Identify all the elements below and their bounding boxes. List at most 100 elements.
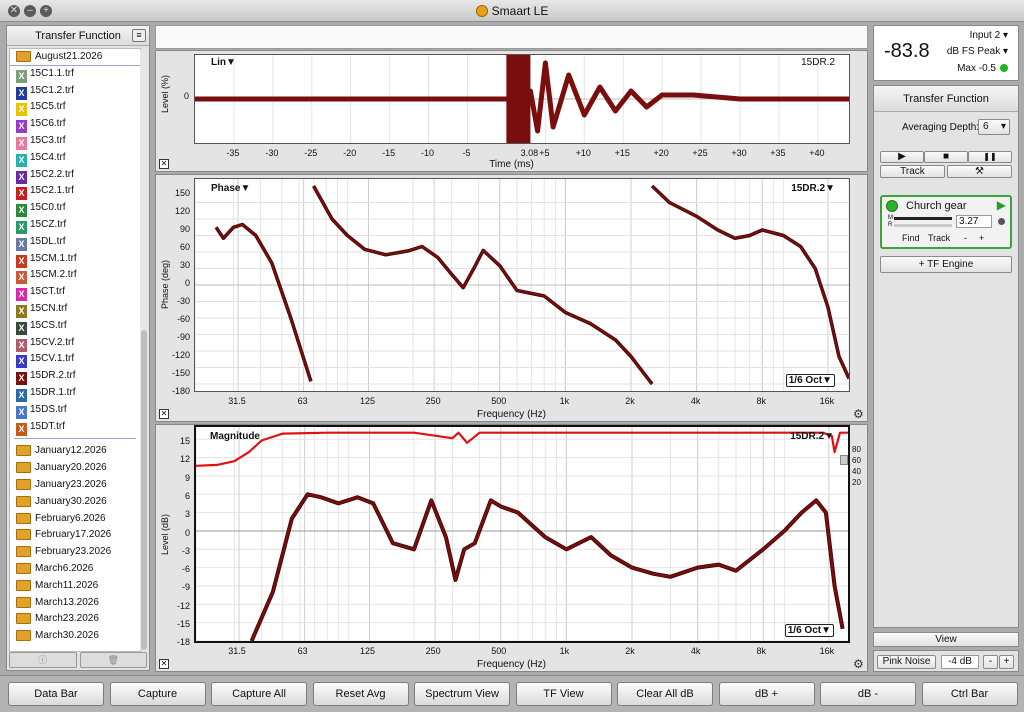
octave-resolution-dropdown[interactable]: 1/6 Oct▼ — [785, 374, 835, 387]
command-button-1[interactable]: Capture — [109, 682, 206, 706]
file-item[interactable]: X 15CV.2.trf — [10, 335, 140, 352]
file-item[interactable]: X 15CT.trf — [10, 284, 140, 302]
command-button-3[interactable]: Reset Avg — [312, 682, 409, 706]
trf-file-icon: X — [16, 271, 27, 285]
phase-graph[interactable]: Phase▼ 15DR.2▼ 1/6 Oct▼ 150 120 90 60 30 0 -30… — [155, 174, 868, 422]
file-item[interactable]: X 15C2.1.trf — [10, 183, 140, 201]
x-tick: -30 — [265, 148, 279, 158]
gear-icon[interactable]: ⚙ — [853, 658, 865, 670]
info-icon[interactable]: ⓘ — [9, 652, 77, 668]
folder-item[interactable]: March30.2026 — [10, 628, 140, 645]
engine-on-icon[interactable] — [886, 200, 898, 212]
file-item[interactable]: X 15C2.2.trf — [10, 167, 140, 184]
file-item[interactable]: X 15C5.trf — [10, 99, 140, 117]
magnitude-dropdown[interactable]: Magnitude — [210, 431, 260, 442]
folder-item[interactable]: February17.2026 — [10, 527, 140, 544]
command-button-8[interactable]: dB - — [820, 682, 916, 706]
file-item[interactable]: X 15CS.trf — [10, 318, 140, 335]
delay-minus-button[interactable]: - — [964, 233, 967, 243]
time-plot[interactable]: Lin▼ 15DR.2 — [194, 54, 850, 144]
file-item[interactable]: X 15DT.trf — [10, 419, 140, 436]
file-item[interactable]: X 15C1.1.trf — [10, 66, 140, 83]
command-button-7[interactable]: dB + — [718, 682, 815, 706]
find-delay-button[interactable]: Find — [902, 233, 920, 243]
tools-icon[interactable]: ⚒ — [947, 165, 1012, 178]
time-scale-dropdown[interactable]: Lin▼ — [211, 57, 236, 68]
folder-item[interactable]: January23.2026 — [10, 477, 140, 494]
file-item[interactable]: X 15CM.2.trf — [10, 267, 140, 285]
folder-item[interactable]: January12.2026 — [10, 443, 140, 460]
folder-item[interactable]: March6.2026 — [10, 561, 140, 578]
folder-item-current[interactable]: August21.2026 — [10, 49, 140, 66]
play-button[interactable]: ▶ — [880, 151, 924, 163]
coherence-scale-handle[interactable] — [840, 455, 848, 465]
folder-label: January12.2026 — [35, 445, 107, 457]
octave-resolution-dropdown[interactable]: 1/6 Oct▼ — [784, 624, 834, 637]
trash-icon[interactable]: 🗑 — [79, 652, 147, 668]
file-label: 15CV.1.trf — [30, 353, 75, 365]
folder-item[interactable]: January30.2026 — [10, 494, 140, 511]
stop-button[interactable]: ■ — [924, 151, 968, 163]
list-scrollbar[interactable] — [140, 50, 148, 650]
close-graph-icon[interactable]: ✕ — [159, 159, 169, 169]
input-select[interactable]: Input 2 ▾ — [970, 30, 1008, 41]
command-button-4[interactable]: Spectrum View — [414, 682, 510, 706]
trace-dropdown[interactable]: 15DR.2▼ — [790, 431, 834, 442]
file-item[interactable]: X 15C3.trf — [10, 133, 140, 150]
trace-dropdown[interactable]: 15DR.2▼ — [791, 183, 835, 194]
pink-level-plus-button[interactable]: + — [999, 655, 1014, 669]
magnitude-plot[interactable]: Magnitude 15DR.2▼ 1/6 Oct▼ — [194, 425, 851, 643]
engine-run-icon[interactable]: ▶ — [997, 198, 1006, 212]
file-label: 15C2.1.trf — [30, 185, 74, 197]
phase-dropdown[interactable]: Phase▼ — [211, 183, 250, 194]
tf-engine-card[interactable]: Church gear ▶ M R 3.27 Find Track - + — [880, 195, 1012, 249]
folder-item[interactable]: January20.2026 — [10, 460, 140, 477]
gear-icon[interactable]: ⚙ — [853, 408, 865, 420]
delay-field[interactable]: 3.27 — [956, 215, 992, 228]
file-item[interactable]: X 15CZ.trf — [10, 217, 140, 234]
file-item[interactable]: X 15C0.trf — [10, 200, 140, 218]
folder-item[interactable]: March13.2026 — [10, 595, 140, 612]
phase-plot[interactable]: Phase▼ 15DR.2▼ 1/6 Oct▼ — [194, 178, 851, 392]
command-button-0[interactable]: Data Bar — [8, 682, 104, 706]
file-item[interactable]: X 15DL.trf — [10, 234, 140, 251]
file-list[interactable]: August21.2026 X 15C1.1.trf X 15C1.2.trf X 15C… — [9, 48, 141, 652]
list-menu-icon[interactable]: ≡ — [132, 29, 146, 42]
folder-item[interactable]: March11.2026 — [10, 578, 140, 595]
folder-item[interactable]: February6.2026 — [10, 511, 140, 528]
file-item[interactable]: X 15CM.1.trf — [10, 251, 140, 268]
close-graph-icon[interactable]: ✕ — [159, 409, 169, 419]
file-item[interactable]: X 15CN.trf — [10, 301, 140, 318]
file-item[interactable]: X 15C1.2.trf — [10, 83, 140, 100]
command-button-5[interactable]: TF View — [515, 682, 612, 706]
file-item[interactable]: X 15CV.1.trf — [10, 351, 140, 369]
folder-item[interactable]: February23.2026 — [10, 544, 140, 561]
track-delay-button[interactable]: Track — [928, 233, 950, 243]
add-tf-engine-button[interactable]: + TF Engine — [880, 256, 1012, 273]
pause-button[interactable]: ❚❚ — [968, 151, 1012, 163]
file-item[interactable]: X 15C4.trf — [10, 150, 140, 167]
pink-noise-level[interactable]: -4 dB — [941, 655, 979, 669]
view-button[interactable]: View — [873, 632, 1019, 647]
file-item[interactable]: X 15DR.2.trf — [10, 368, 140, 386]
magnitude-graph[interactable]: Magnitude 15DR.2▼ 1/6 Oct▼ 15 12 9 6 3 0 -3 -6-… — [155, 424, 868, 672]
coherence-tick: 40 — [852, 467, 861, 476]
command-button-2[interactable]: Capture All — [211, 682, 307, 706]
folder-item[interactable]: March23.2026 — [10, 611, 140, 628]
pink-noise-button[interactable]: Pink Noise — [877, 655, 936, 669]
pink-level-minus-button[interactable]: - — [983, 655, 998, 669]
scale-select[interactable]: dB FS Peak ▾ — [947, 46, 1008, 57]
delay-plus-button[interactable]: + — [979, 233, 984, 243]
track-button[interactable]: Track — [880, 165, 945, 178]
averaging-select[interactable]: 6 ▾ — [978, 119, 1010, 135]
file-item[interactable]: X 15DR.1.trf — [10, 385, 140, 402]
command-button-9[interactable]: Ctrl Bar — [921, 682, 1018, 706]
close-graph-icon[interactable]: ✕ — [159, 659, 169, 669]
command-button-6[interactable]: Clear All dB — [617, 682, 713, 706]
file-label: 15CT.trf — [30, 286, 66, 298]
scrollbar-thumb[interactable] — [141, 330, 147, 650]
file-item[interactable]: X 15C6.trf — [10, 116, 140, 134]
max-readout[interactable]: Max -0.5 — [957, 63, 1008, 74]
file-item[interactable]: X 15DS.trf — [10, 402, 140, 419]
time-graph[interactable]: Lin▼ 15DR.2 0 Level (%) -35 -30 -25 -20 -15 -… — [155, 50, 868, 172]
